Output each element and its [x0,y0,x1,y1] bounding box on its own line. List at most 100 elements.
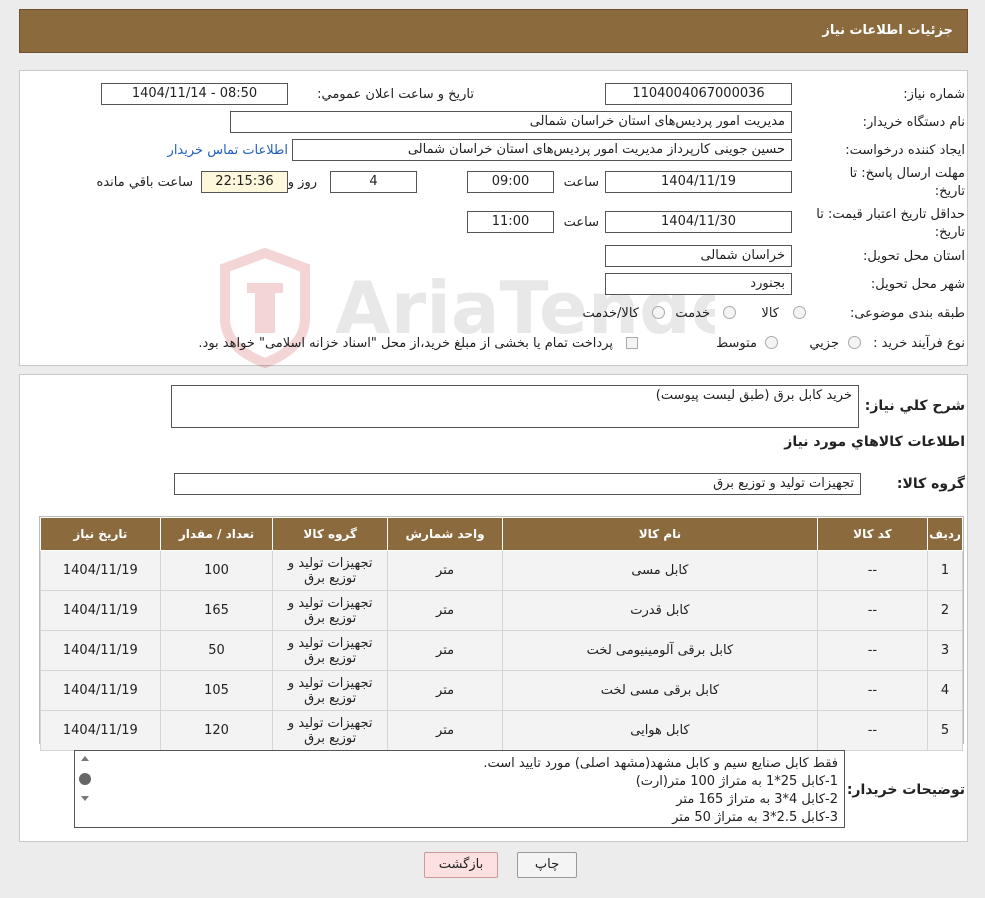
deadline-date-field[interactable]: 1404/11/19 [605,171,792,193]
city-label: شهر محل تحویل: [870,277,965,292]
goods-group-field[interactable]: تجهیزات تولید و توزیع برق [174,473,861,495]
cell-group: تجهیزات تولید و توزیع برق [272,630,389,671]
validity-time-label: ساعت [563,215,599,230]
notes-scrollbar[interactable] [76,752,94,826]
validity-label-date: تاریخ: [934,225,965,240]
creator-field[interactable]: حسین جوینی کارپرداز مدیریت امور پردیس‌ها… [292,139,792,161]
print-button[interactable]: چاپ [517,852,577,878]
summary-field[interactable]: خرید کابل برق (طبق لیست پیوست) [171,385,859,428]
days-label: روز و [287,175,317,190]
category-radio-goods-service[interactable] [652,306,665,319]
cell-code: -- [816,550,929,591]
buyer-note-line: 2-کابل 4*3 به متراژ 165 متر [676,792,838,807]
col-name-header: نام کالا [502,517,818,551]
validity-date-field[interactable]: 1404/11/30 [605,211,792,233]
col-row-header: ردیف [927,517,963,551]
cell-group: تجهیزات تولید و توزیع برق [272,710,389,751]
items-table: ردیف کد کالا نام کالا واحد شمارش گروه کا… [40,517,963,751]
table-row[interactable]: 2 -- کابل قدرت متر تجهیزات تولید و توزیع… [40,590,963,631]
cell-unit: متر [387,670,504,711]
buyer-org-field[interactable]: مدیریت امور پردیس‌های استان خراسان شمالی [230,111,792,133]
table-row[interactable]: 4 -- کابل برقی مسی لخت متر تجهیزات تولید… [40,670,963,711]
scroll-down-arrow-icon[interactable] [81,796,89,801]
process-label: نوع فرآیند خرید : [873,336,965,351]
category-radio-service[interactable] [723,306,736,319]
validity-label: حداقل تاریخ اعتبار قیمت: تا [816,207,965,222]
summary-label: شرح کلي نیاز: [864,398,965,414]
table-row[interactable]: 3 -- کابل برقی آلومینیومی لخت متر تجهیزا… [40,630,963,671]
category-radio-goods[interactable] [793,306,806,319]
province-label: استان محل تحویل: [863,249,965,264]
treasury-payment-checkbox[interactable] [626,337,638,349]
cell-name: کابل قدرت [502,590,818,631]
province-field[interactable]: خراسان شمالی [605,245,792,267]
city-field[interactable]: بجنورد [605,273,792,295]
category-option-service: خدمت [675,306,710,321]
deadline-time-label: ساعت [563,175,599,190]
table-row[interactable]: 5 -- کابل هوایی متر تجهیزات تولید و توزی… [40,710,963,751]
deadline-label: مهلت ارسال پاسخ: تا [849,166,965,181]
col-group-header: گروه کالا [272,517,389,551]
cell-unit: متر [387,710,504,751]
creator-label: ایجاد کننده درخواست: [845,143,965,158]
deadline-time-field[interactable]: 09:00 [467,171,554,193]
process-radio-minor[interactable] [848,336,861,349]
col-code-header: کد کالا [816,517,929,551]
col-qty-header: تعداد / مقدار [159,517,274,551]
cell-unit: متر [387,630,504,671]
buyer-notes-field[interactable]: فقط کابل صنایع سیم و کابل مشهد(مشهد اصلی… [74,750,845,828]
cell-code: -- [816,710,929,751]
cell-qty: 105 [159,670,274,711]
process-radio-medium[interactable] [765,336,778,349]
cell-name: کابل هوایی [502,710,818,751]
category-option-goods-service: کالا/خدمت [582,306,639,321]
cell-date: 1404/11/19 [40,590,161,631]
items-table-wrap: ردیف کد کالا نام کالا واحد شمارش گروه کا… [39,516,964,751]
page-header: جزئیات اطلاعات نیاز [19,9,968,53]
cell-group: تجهیزات تولید و توزیع برق [272,670,389,711]
cell-date: 1404/11/19 [40,670,161,711]
cell-row: 1 [927,550,963,591]
days-remaining-field[interactable]: 4 [330,171,417,193]
cell-name: کابل برقی مسی لخت [502,670,818,711]
table-header-row: ردیف کد کالا نام کالا واحد شمارش گروه کا… [40,517,963,551]
process-option-minor: جزيي [809,336,839,351]
process-option-medium: متوسط [716,336,757,351]
table-row[interactable]: 1 -- کابل مسی متر تجهیزات تولید و توزیع … [40,550,963,591]
cell-date: 1404/11/19 [40,710,161,751]
scroll-up-arrow-icon[interactable] [81,756,89,761]
category-label: طبقه بندی موضوعی: [849,306,965,321]
validity-time-field[interactable]: 11:00 [467,211,554,233]
buyer-notes-label: توضیحات خریدار: [846,782,965,798]
cell-group: تجهیزات تولید و توزیع برق [272,590,389,631]
cell-code: -- [816,590,929,631]
cell-row: 4 [927,670,963,711]
buyer-note-line: 3-کابل 2.5*3 به متراژ 50 متر [672,810,838,825]
goods-group-label: گروه کالا: [896,476,965,492]
announce-datetime-field[interactable]: 1404/11/14 - 08:50 [101,83,288,105]
treasury-payment-note: پرداخت تمام یا بخشی از مبلغ خرید،از محل … [198,336,613,351]
category-option-goods: کالا [761,306,779,321]
cell-name: کابل برقی آلومینیومی لخت [502,630,818,671]
announce-label: تاریخ و ساعت اعلان عمومي: [317,87,474,102]
buyer-contact-link[interactable]: اطلاعات تماس خریدار [168,143,288,158]
cell-qty: 50 [159,630,274,671]
remaining-time-label: ساعت باقي مانده [96,175,193,190]
back-button[interactable]: بازگشت [424,852,498,878]
cell-date: 1404/11/19 [40,630,161,671]
col-date-header: تاریخ نیاز [40,517,161,551]
remaining-time-field: 22:15:36 [201,171,288,193]
need-number-field[interactable]: 1104004067000036 [605,83,792,105]
cell-date: 1404/11/19 [40,550,161,591]
cell-row: 2 [927,590,963,631]
scroll-thumb[interactable] [79,773,91,785]
need-number-label: شماره نیاز: [903,87,965,102]
deadline-label-date: تاریخ: [934,184,965,199]
buyer-org-label: نام دستگاه خریدار: [862,115,965,130]
cell-unit: متر [387,590,504,631]
cell-name: کابل مسی [502,550,818,591]
cell-code: -- [816,630,929,671]
items-heading: اطلاعات کالاهاي مورد نیاز [784,434,965,450]
cell-qty: 120 [159,710,274,751]
cell-qty: 100 [159,550,274,591]
